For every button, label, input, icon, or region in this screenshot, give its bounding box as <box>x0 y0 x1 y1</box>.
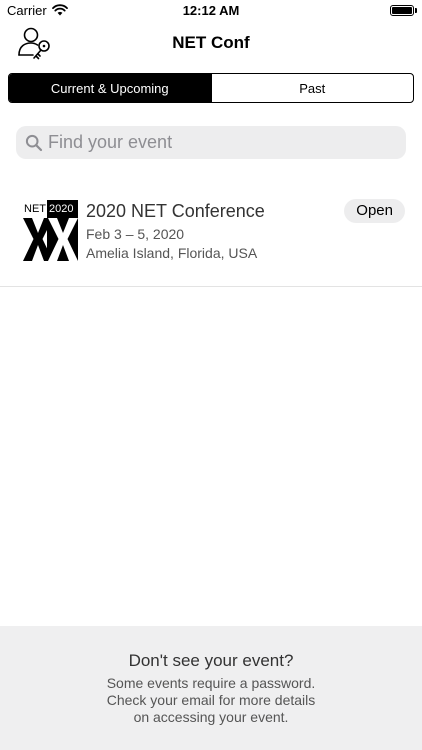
event-list-item[interactable]: NET 2020 2020 NET Conference Feb 3 – 5, … <box>0 186 422 286</box>
status-bar: Carrier 12:12 AM <box>0 0 422 22</box>
footer-help-panel: Don't see your event? Some events requir… <box>0 626 422 750</box>
footer-line: on accessing your event. <box>133 709 289 725</box>
segment-past[interactable]: Past <box>210 74 414 102</box>
footer-line: Check your email for more details <box>106 692 316 708</box>
event-status-badge: Open <box>344 199 405 223</box>
footer-line: Some events require a password. <box>106 675 316 691</box>
footer-title: Don't see your event? <box>128 651 294 670</box>
search-icon <box>25 134 43 152</box>
page-title: NET Conf <box>172 33 250 52</box>
search-input[interactable] <box>48 126 388 159</box>
event-dates: Feb 3 – 5, 2020 <box>86 226 185 242</box>
search-bar <box>16 126 406 159</box>
event-location: Amelia Island, Florida, USA <box>86 245 258 261</box>
navigation-bar: NET Conf <box>0 22 422 66</box>
segment-current-upcoming[interactable]: Current & Upcoming <box>9 74 211 102</box>
event-logo-net: NET <box>24 203 46 215</box>
battery-icon <box>390 5 414 16</box>
row-divider <box>0 286 422 287</box>
footer-body: Some events require a password. Check yo… <box>60 675 362 726</box>
event-title: 2020 NET Conference <box>86 201 265 221</box>
clock: 12:12 AM <box>182 3 240 18</box>
event-logo: NET 2020 <box>23 200 78 261</box>
event-logo-year: 2020 <box>49 203 73 215</box>
event-filter-segmented-control: Current & Upcoming Past <box>8 73 414 103</box>
battery-tip <box>415 8 417 13</box>
